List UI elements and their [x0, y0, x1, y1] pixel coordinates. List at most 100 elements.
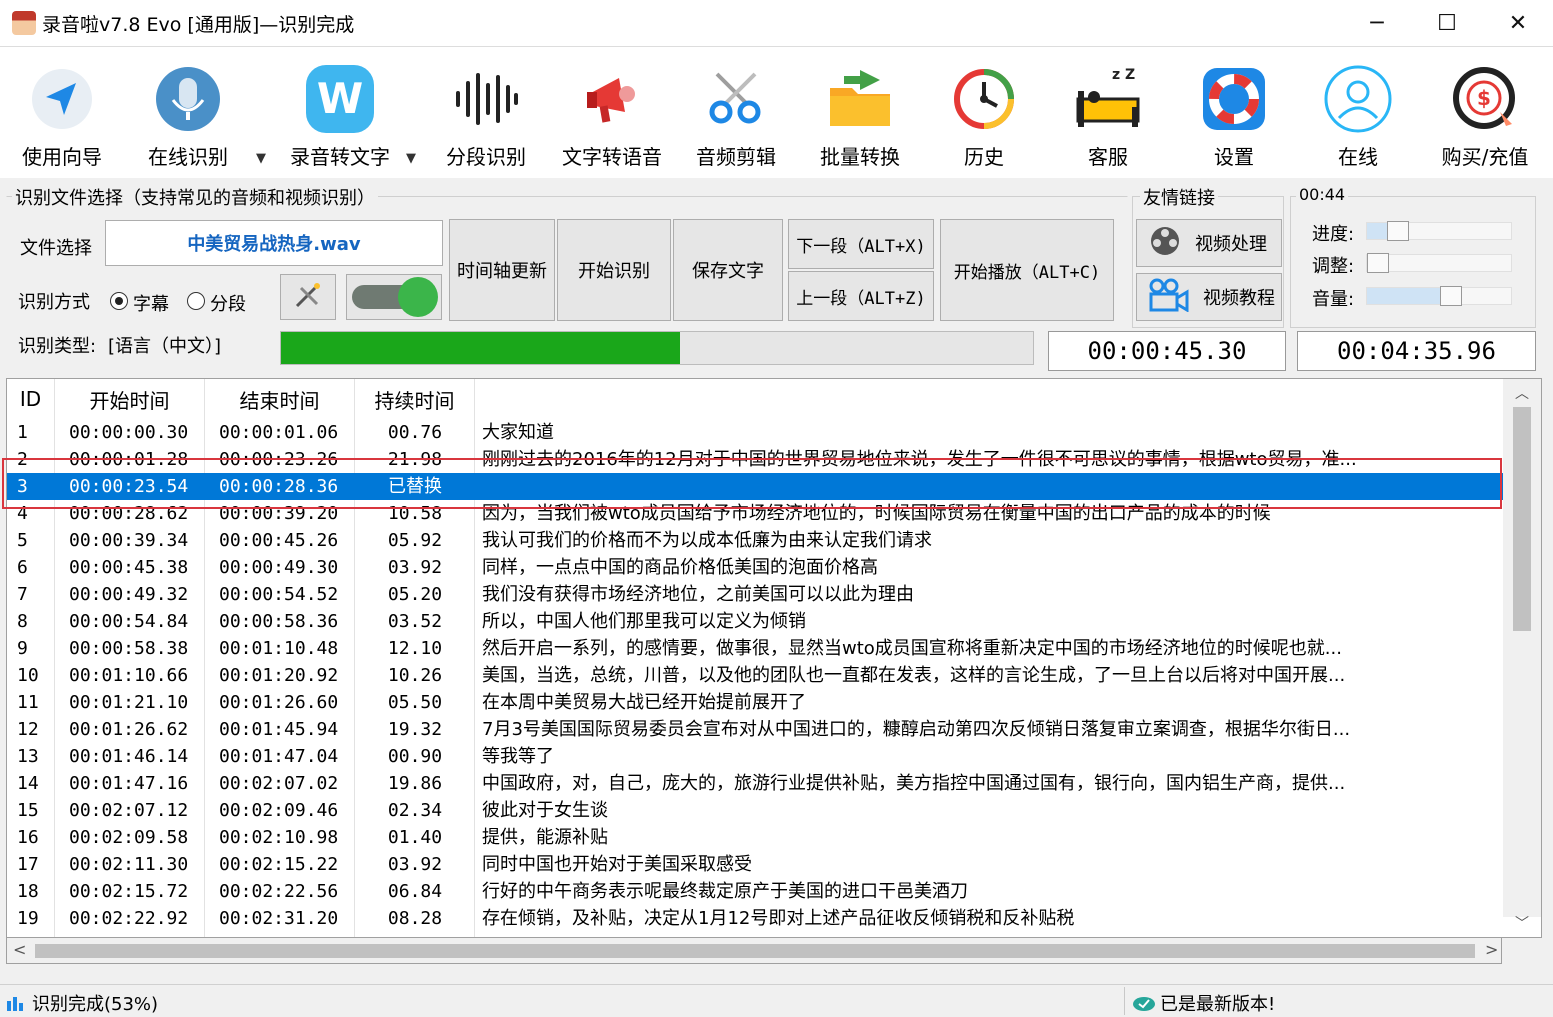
record-to-text-button[interactable]: W 录音转文字 [284, 47, 396, 179]
table-row[interactable]: 8 00:00:54.84 00:00:58.36 03.52 所以，中国人他们那里我可… [7, 608, 1503, 635]
cell-start: 00:01:21.10 [69, 692, 189, 713]
table-row[interactable]: 19 00:02:22.92 00:02:31.20 08.28 存在倾销，及补贴，决定… [7, 905, 1503, 932]
cell-text: 刚刚过去的2016年的12月对于中国的世界贸易地位来说，发生了一件很不可思议的事… [482, 449, 1357, 470]
video-tutorial-button[interactable]: 视频教程 [1136, 273, 1282, 321]
cell-id: 15 [17, 800, 39, 821]
close-button[interactable]: ✕ [1483, 0, 1553, 46]
progress-label: 进度: [1312, 224, 1355, 245]
toggle-track [352, 277, 438, 317]
mode-segment-label[interactable]: 分段 [210, 290, 246, 316]
start-recognize-button[interactable]: 开始识别 [557, 219, 671, 321]
table-row[interactable]: 2 00:00:01.28 00:00:23.26 21.98 刚刚过去的2016年的1… [7, 446, 1503, 473]
prev-segment-button[interactable]: 上一段（ALT+Z) [788, 271, 934, 321]
save-text-button[interactable]: 保存文字 [673, 219, 783, 321]
vertical-scrollbar[interactable]: ︿ ﹀ [1503, 379, 1541, 932]
cell-end: 00:01:10.48 [219, 638, 339, 659]
w-badge-icon: W [304, 63, 376, 135]
segment-recognize-button[interactable]: 分段识别 [438, 47, 534, 179]
timeline-update-button[interactable]: 时间轴更新 [449, 219, 555, 321]
adjust-slider[interactable] [1366, 253, 1512, 273]
scroll-right-icon[interactable]: > [1485, 940, 1498, 959]
column-header-id[interactable]: ID [7, 379, 55, 419]
text-to-speech-button[interactable]: 文字转语音 [556, 47, 668, 179]
table-row[interactable]: 11 00:01:21.10 00:01:26.60 05.50 在本周中美贸易大战已经… [7, 689, 1503, 716]
table-row[interactable]: 12 00:01:26.62 00:01:45.94 19.32 7月3号美国国际贸易委… [7, 716, 1503, 743]
horizontal-scroll-thumb[interactable] [35, 944, 1475, 958]
guide-button[interactable]: 使用向导 [14, 47, 110, 179]
table-row[interactable]: 16 00:02:09.58 00:02:10.98 01.40 提供，能源补贴 [7, 824, 1503, 851]
progress-slider-thumb[interactable] [1386, 221, 1409, 241]
vertical-scroll-thumb[interactable] [1513, 407, 1531, 631]
table-row[interactable]: 9 00:00:58.38 00:01:10.48 12.10 然后开启一系列，的感情要… [7, 635, 1503, 662]
title-bar: 录音啦v7.8 Evo [通用版]—识别完成 ─ ☐ ✕ [0, 0, 1553, 46]
cell-text: 所以，中国人他们那里我可以定义为倾销 [482, 611, 806, 632]
segment-recognize-label: 分段识别 [446, 145, 526, 169]
video-process-button[interactable]: 视频处理 [1136, 219, 1282, 267]
minimize-button[interactable]: ─ [1342, 0, 1412, 46]
adjust-slider-thumb[interactable] [1367, 253, 1389, 273]
horizontal-scrollbar-track[interactable]: < > [6, 938, 1502, 964]
online-button[interactable]: 在线 [1310, 47, 1406, 179]
volume-slider[interactable] [1366, 286, 1512, 306]
table-row[interactable]: 14 00:01:47.16 00:02:07.02 19.86 中国政府，对，自己，庞… [7, 770, 1503, 797]
table-row[interactable]: 5 00:00:39.34 00:00:45.26 05.92 我认可我们的价格而不为以… [7, 527, 1503, 554]
table-row[interactable]: 7 00:00:49.32 00:00:54.52 05.20 我们没有获得市场经济地位… [7, 581, 1503, 608]
table-row[interactable]: 17 00:02:11.30 00:02:15.22 03.92 同时中国也开始对于美国… [7, 851, 1503, 878]
type-label: 识别类型: [18, 336, 97, 357]
column-header-end[interactable]: 结束时间 [205, 379, 355, 419]
table-row[interactable]: 18 00:02:15.72 00:02:22.56 06.84 行好的中午商务表示呢最… [7, 878, 1503, 905]
history-button[interactable]: 历史 [936, 47, 1032, 179]
cell-text: 提供，能源补贴 [482, 827, 608, 848]
cell-dur: 01.40 [387, 827, 443, 848]
buy-recharge-button[interactable]: $ 购买/充值 [1430, 47, 1540, 179]
column-header-start[interactable]: 开始时间 [55, 379, 205, 419]
settings-button[interactable]: 设置 [1186, 47, 1282, 179]
cell-text: 等我等了 [482, 746, 554, 767]
scroll-left-icon[interactable]: < [13, 940, 26, 959]
cell-text: 我认可我们的价格而不为以成本低廉为由来认定我们请求 [482, 530, 932, 551]
column-header-duration[interactable]: 持续时间 [355, 379, 475, 419]
table-row[interactable]: 3 00:00:23.54 00:00:28.36 已替换 [7, 473, 1503, 500]
film-reel-icon [1147, 225, 1183, 262]
scroll-up-icon[interactable]: ︿ [1503, 383, 1541, 407]
online-recognize-button[interactable]: 在线识别 [140, 47, 236, 179]
window-title: 录音啦v7.8 Evo [通用版]—识别完成 [42, 14, 355, 36]
mode-subtitle-radio[interactable] [110, 292, 128, 310]
video-camera-icon [1147, 278, 1191, 317]
table-row[interactable]: 13 00:01:46.14 00:01:47.04 00.90 等我等了 [7, 743, 1503, 770]
table-row[interactable]: 4 00:00:28.62 00:00:39.20 10.58 因为，当我们被wto成员… [7, 500, 1503, 527]
microphone-icon [152, 63, 224, 135]
cell-end: 00:01:47.04 [219, 746, 339, 767]
cell-start: 00:02:07.12 [69, 800, 189, 821]
table-row[interactable]: 15 00:02:07.12 00:02:09.46 02.34 彼此对于女生谈 [7, 797, 1503, 824]
cell-id: 17 [17, 854, 39, 875]
scroll-down-icon[interactable]: ﹀ [1503, 913, 1541, 937]
customer-service-button[interactable]: z Z 客服 [1060, 47, 1156, 179]
cell-end: 00:02:31.20 [219, 908, 339, 929]
table-row[interactable]: 10 00:01:10.66 00:01:20.92 10.26 美国，当选，总统，川普… [7, 662, 1503, 689]
progress-slider[interactable] [1366, 221, 1512, 241]
audio-edit-button[interactable]: 音频剪辑 [688, 47, 784, 179]
record-to-text-dropdown-icon[interactable]: ▼ [406, 151, 416, 166]
start-play-button[interactable]: 开始播放（ALT+C) [940, 219, 1114, 321]
mode-subtitle-label[interactable]: 字幕 [133, 290, 169, 316]
table-row[interactable]: 6 00:00:45.38 00:00:49.30 03.92 同样，一点点中国的商品价… [7, 554, 1503, 581]
recognition-progress-bar [280, 331, 1034, 365]
cell-end: 00:00:23.26 [219, 449, 339, 470]
batch-convert-button[interactable]: 批量转换 [812, 47, 908, 179]
next-segment-button[interactable]: 下一段（ALT+X) [788, 219, 934, 269]
cell-dur: 02.34 [387, 800, 443, 821]
file-select-button[interactable]: 中美贸易战热身.wav [105, 220, 443, 266]
online-recognize-dropdown-icon[interactable]: ▼ [256, 151, 266, 166]
tools-button[interactable] [280, 274, 336, 320]
mode-segment-radio[interactable] [187, 292, 205, 310]
volume-slider-thumb[interactable] [1440, 286, 1463, 306]
cell-id: 3 [17, 476, 28, 497]
maximize-button[interactable]: ☐ [1412, 0, 1482, 46]
cell-start: 00:00:45.38 [69, 557, 189, 578]
table-row[interactable]: 1 00:00:00.30 00:00:01.06 00.76 大家知道 [7, 419, 1503, 446]
cell-start: 00:00:23.54 [69, 476, 189, 497]
column-header-text[interactable] [475, 379, 1503, 419]
auto-toggle[interactable] [346, 274, 442, 320]
volume-label: 音量: [1312, 289, 1355, 310]
